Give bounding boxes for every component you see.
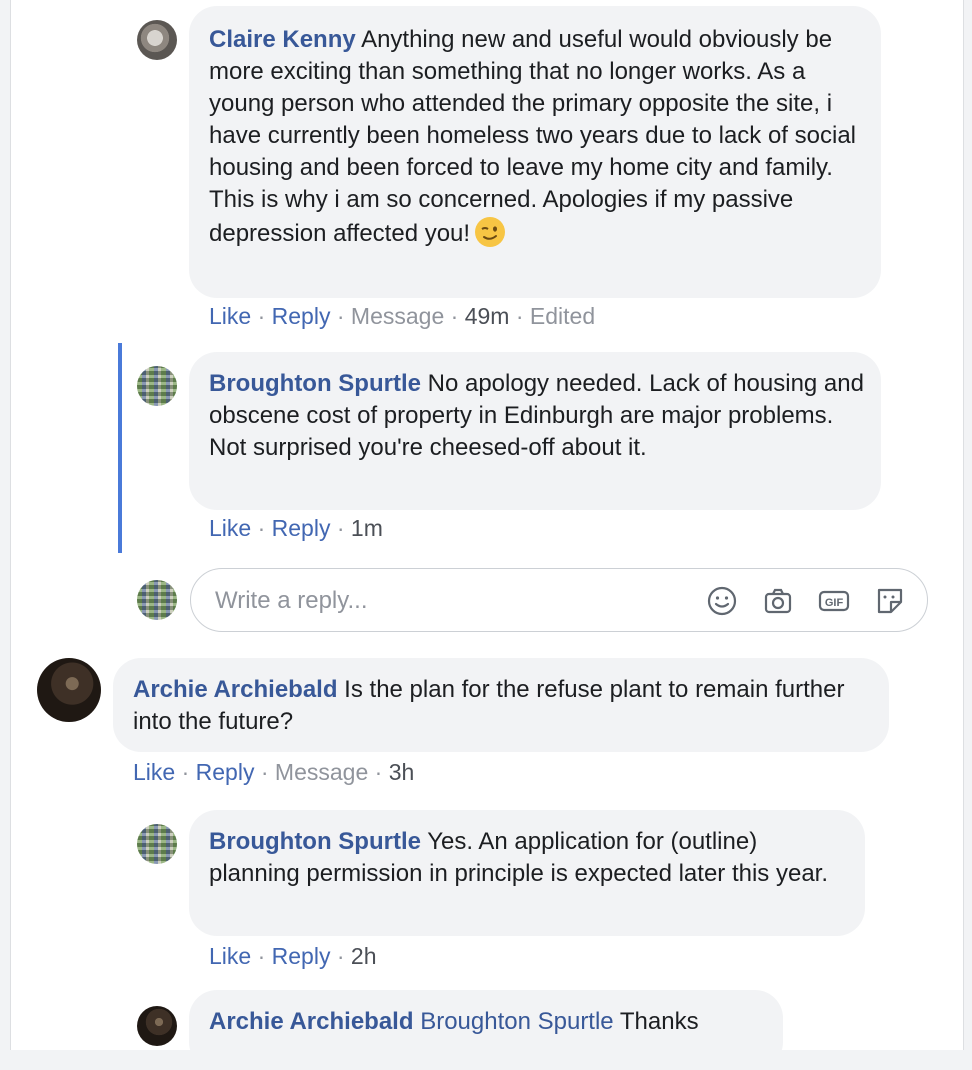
comment-bubble: Broughton Spurtle No apology needed. Lac… [189, 352, 881, 510]
reply-link[interactable]: Reply [272, 515, 331, 541]
like-link[interactable]: Like [133, 759, 175, 785]
comment-actions: Like · Reply · Message · 3h [133, 759, 415, 785]
comment-author[interactable]: Broughton Spurtle [209, 828, 421, 855]
comment-bubble: Archie Archiebald Broughton Spurtle Than… [189, 990, 783, 1070]
comment-text: Anything new and useful would obviously … [209, 26, 857, 247]
mention-link[interactable]: Broughton Spurtle [420, 1008, 613, 1035]
comment-text: Thanks [613, 1008, 699, 1035]
timestamp[interactable]: 1m [351, 515, 383, 541]
thread-highlight-line [118, 343, 122, 553]
gif-icon[interactable]: GIF [817, 584, 851, 618]
winking-face-icon [475, 217, 506, 247]
reply-link[interactable]: Reply [272, 303, 331, 329]
reply-link[interactable]: Reply [196, 759, 255, 785]
timestamp[interactable]: 2h [351, 943, 377, 969]
svg-text:GIF: GIF [825, 597, 844, 609]
emoji-icon[interactable] [705, 584, 739, 618]
comment-actions: Like · Reply · 2h [209, 943, 377, 969]
like-link[interactable]: Like [209, 303, 251, 329]
avatar [137, 580, 177, 620]
like-link[interactable]: Like [209, 943, 251, 969]
comment-bubble: Claire Kenny Anything new and useful wou… [189, 6, 881, 298]
avatar[interactable] [37, 658, 101, 722]
avatar[interactable] [137, 824, 177, 864]
reply-input[interactable]: Write a reply... GIF [190, 568, 928, 632]
comment-actions: Like · Reply · Message · 49m · Edited [209, 303, 596, 329]
camera-icon[interactable] [761, 584, 795, 618]
timestamp[interactable]: 49m [465, 303, 510, 329]
like-link[interactable]: Like [209, 515, 251, 541]
avatar[interactable] [137, 20, 177, 60]
message-link[interactable]: Message [275, 759, 368, 785]
comment-author[interactable]: Archie Archiebald [209, 1008, 414, 1035]
comment-bubble: Archie Archiebald Is the plan for the re… [113, 658, 889, 752]
comment-bubble: Broughton Spurtle Yes. An application fo… [189, 810, 865, 936]
avatar[interactable] [137, 1006, 177, 1046]
edited-label[interactable]: Edited [530, 303, 595, 329]
reply-placeholder: Write a reply... [215, 587, 368, 614]
reply-link[interactable]: Reply [272, 943, 331, 969]
comment-actions: Like · Reply · 1m [209, 515, 383, 541]
sticker-icon[interactable] [873, 584, 907, 618]
message-link[interactable]: Message [351, 303, 444, 329]
comment-author[interactable]: Broughton Spurtle [209, 370, 421, 397]
comments-panel: Claire Kenny Anything new and useful wou… [10, 0, 964, 1070]
comment-author[interactable]: Claire Kenny [209, 26, 356, 53]
comment-author[interactable]: Archie Archiebald [133, 676, 338, 703]
avatar[interactable] [137, 366, 177, 406]
timestamp[interactable]: 3h [389, 759, 415, 785]
